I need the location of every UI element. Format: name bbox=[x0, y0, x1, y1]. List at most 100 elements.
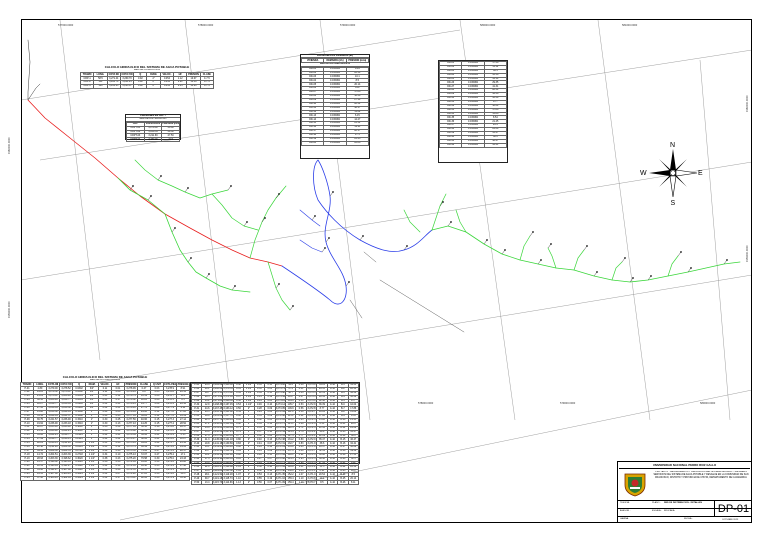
coord-label-top: 578000.0000 bbox=[198, 24, 214, 27]
drawing-sheet: 577000.0000 578000.0000 579000.0000 5800… bbox=[0, 0, 768, 542]
table-cell: 3,223.87 bbox=[119, 84, 135, 89]
table-cell: 3,115.73 bbox=[211, 480, 224, 486]
coord-label-top: 579000.0000 bbox=[340, 24, 356, 27]
table-cell: 0.3624 bbox=[72, 475, 86, 481]
table-subtitle: RED DE DISTRIBUCION 01 bbox=[89, 379, 121, 381]
house-pressure-table-continued: DD-21 0.015082 17.38 DD-22 0.015082 11.19 DD-2… bbox=[438, 60, 508, 163]
table-cell: 32.41 bbox=[483, 142, 508, 148]
table-cell: 1 1/2" bbox=[85, 475, 99, 481]
south-arrow-point bbox=[669, 175, 677, 198]
coord-label-bottom: 579000.0000 bbox=[560, 402, 576, 405]
coord-label-top: 577000.0000 bbox=[58, 24, 74, 27]
table-row: CRP-3 128 3,241.25 3,223.87 0.92 2" 0.454 2.45 1… bbox=[79, 84, 215, 89]
table-row: DD-42 0.015082 32.41 bbox=[438, 142, 508, 148]
table-cell: 1.13 bbox=[295, 480, 307, 486]
table-cell: 2" bbox=[243, 480, 255, 486]
table-grid: DD-21 0.015082 17.38 DD-22 0.015082 11.19 DD-2… bbox=[438, 61, 508, 148]
escala-label: ESCALA : bbox=[652, 510, 662, 512]
drawing-title: RED DE DISTRIBUCION - DETALLES bbox=[664, 502, 702, 504]
se-arrow-point bbox=[674, 174, 687, 187]
table-cell: 33.58 bbox=[176, 475, 190, 481]
date-value: OCTUBRE 2023 bbox=[722, 519, 739, 521]
table-cell: 0.07 bbox=[264, 480, 276, 486]
table-cell: 1.13 bbox=[232, 480, 245, 486]
sheet-code: DP-01 bbox=[714, 501, 752, 517]
table-cell: 0.56 bbox=[253, 480, 266, 486]
table-cell: 8.11 bbox=[347, 480, 360, 486]
table-grid: P-25 23.4 3,182.09 3,180.00 0.38 1 1/2" 0.33 0.… bbox=[190, 383, 360, 486]
table-cell: 92.02 bbox=[137, 475, 151, 481]
table-cell: P-50 bbox=[190, 480, 203, 486]
table-cell: 14.93 bbox=[186, 84, 201, 89]
table-cell: 3,182.09 bbox=[59, 475, 73, 481]
table-cell: 37.90 bbox=[33, 475, 47, 481]
conduction-calc-table: CALCULO HIDRAULICO DEL SISTEMA DE AGUA P… bbox=[79, 66, 215, 104]
table-cell: 2" bbox=[146, 84, 161, 89]
distribution-calc-table: CALCULO HIDRAULICO DEL SISTEMA DE AGUA P… bbox=[20, 376, 190, 526]
asesor-label: ASESOR : bbox=[620, 510, 631, 512]
lamina-label: LAMINA : bbox=[620, 518, 630, 520]
tesista-label: TESISTA : bbox=[620, 502, 631, 504]
table-cell: 0.17 bbox=[111, 475, 125, 481]
table-grid: DD-01 0.015082 8.91 DD-02 0.015082 20.54 DD-03… bbox=[300, 66, 370, 146]
table-cell: 3,274.11 bbox=[124, 475, 138, 481]
crp-pressure-table: PRESIONES EN CRP'T RED DE DISTRIBUCION C… bbox=[125, 114, 181, 143]
table-cell: B-26 bbox=[337, 480, 349, 486]
east-label: E bbox=[698, 170, 703, 177]
scale-value: INDICADA bbox=[664, 510, 675, 512]
table-cell: DD-42 bbox=[438, 142, 463, 148]
coord-label-bottom: 580000.0000 bbox=[700, 402, 716, 405]
table-cell: 3,180.00 bbox=[143, 137, 163, 143]
table-cell: 13.4 bbox=[201, 480, 213, 486]
table-cell: 3,186.43 bbox=[46, 475, 60, 481]
ne-arrow-point bbox=[674, 159, 687, 172]
table-cell: 3,271.09 bbox=[274, 480, 286, 486]
university-seal-icon bbox=[624, 473, 646, 497]
west-arrow-point bbox=[649, 170, 670, 176]
north-arrow-icon: N S E W bbox=[640, 142, 703, 206]
table-cell: 3,241.25 bbox=[106, 84, 121, 89]
south-label: S bbox=[671, 200, 676, 206]
table-row: CRPT-04 3,180.00 31.5 bbox=[126, 137, 180, 143]
title-block: UNIVERSIDAD NACIONAL PEDRO RUIZ GALLO PR… bbox=[617, 461, 752, 523]
table-row: DD-20 0.015082 20.88 bbox=[300, 140, 370, 146]
table-cell: 0.32 bbox=[98, 475, 112, 481]
table-row: P-50 13.4 3,115.73 3,114.66 1.13 2" 0.56 0.07 3,… bbox=[190, 480, 360, 486]
distribution-calc-table-continued: P-25 23.4 3,182.09 3,180.00 0.38 1 1/2" 0.33 0.… bbox=[190, 382, 360, 486]
table-cell: 2.45 bbox=[173, 84, 188, 89]
coord-label-right: 9159000.0000 bbox=[746, 245, 749, 262]
table-cell: CRP-3 bbox=[79, 84, 95, 89]
compass-center bbox=[670, 170, 676, 176]
coord-label-left: 9159000.0000 bbox=[8, 301, 11, 318]
coord-label-top: 581000.0000 bbox=[622, 24, 638, 27]
east-arrow-point bbox=[675, 169, 698, 177]
table-cell: 0.92 bbox=[133, 84, 148, 89]
table-cell: 3,114.66 bbox=[222, 480, 234, 486]
table-cell: 128 bbox=[93, 84, 108, 89]
university-name: UNIVERSIDAD NACIONAL PEDRO RUIZ GALLO bbox=[619, 463, 750, 469]
coord-label-top: 580000.0000 bbox=[480, 24, 496, 27]
nw-arrow-point bbox=[659, 159, 672, 172]
table-cell: 0.36 bbox=[150, 475, 164, 481]
table-cell: 31.5 bbox=[161, 137, 180, 143]
table-cell: 0.015082 bbox=[461, 142, 485, 148]
table-cell: DD-20 bbox=[300, 140, 325, 146]
table-grid: TRAMO LONG. COTA INI COTA FIN Q DIAM. VELOC. HF… bbox=[79, 72, 215, 89]
table-cell: 20.88 bbox=[345, 140, 370, 146]
table-cell: 3,270.7 bbox=[305, 480, 318, 486]
table-header-cell: VIVIENDA bbox=[300, 58, 325, 64]
coord-label-right: 9160000.0000 bbox=[746, 95, 749, 112]
table-cell: C-7.5 bbox=[199, 84, 215, 89]
table-row: P-24 37.90 3,186.43 3,182.09 0.3624 1 1/2" 0.3… bbox=[20, 475, 190, 481]
table-cell: C-10 bbox=[326, 480, 339, 486]
table-cell: 0.454 bbox=[159, 84, 175, 89]
coord-label-bottom: 578000.0000 bbox=[418, 402, 434, 405]
table-cell: 3,273.9 bbox=[163, 475, 177, 481]
north-label: N bbox=[670, 142, 675, 149]
sw-arrow-point bbox=[659, 174, 672, 187]
fecha-label: FECHA : bbox=[684, 518, 693, 520]
plano-label: PLANO : bbox=[652, 502, 661, 504]
table-header-cell: DEMANDA (l/s) bbox=[323, 58, 347, 64]
west-label: W bbox=[640, 170, 647, 177]
project-description: PROYECTO : MEJORAMIENTO Y AMPLIACION DEL… bbox=[653, 471, 749, 479]
